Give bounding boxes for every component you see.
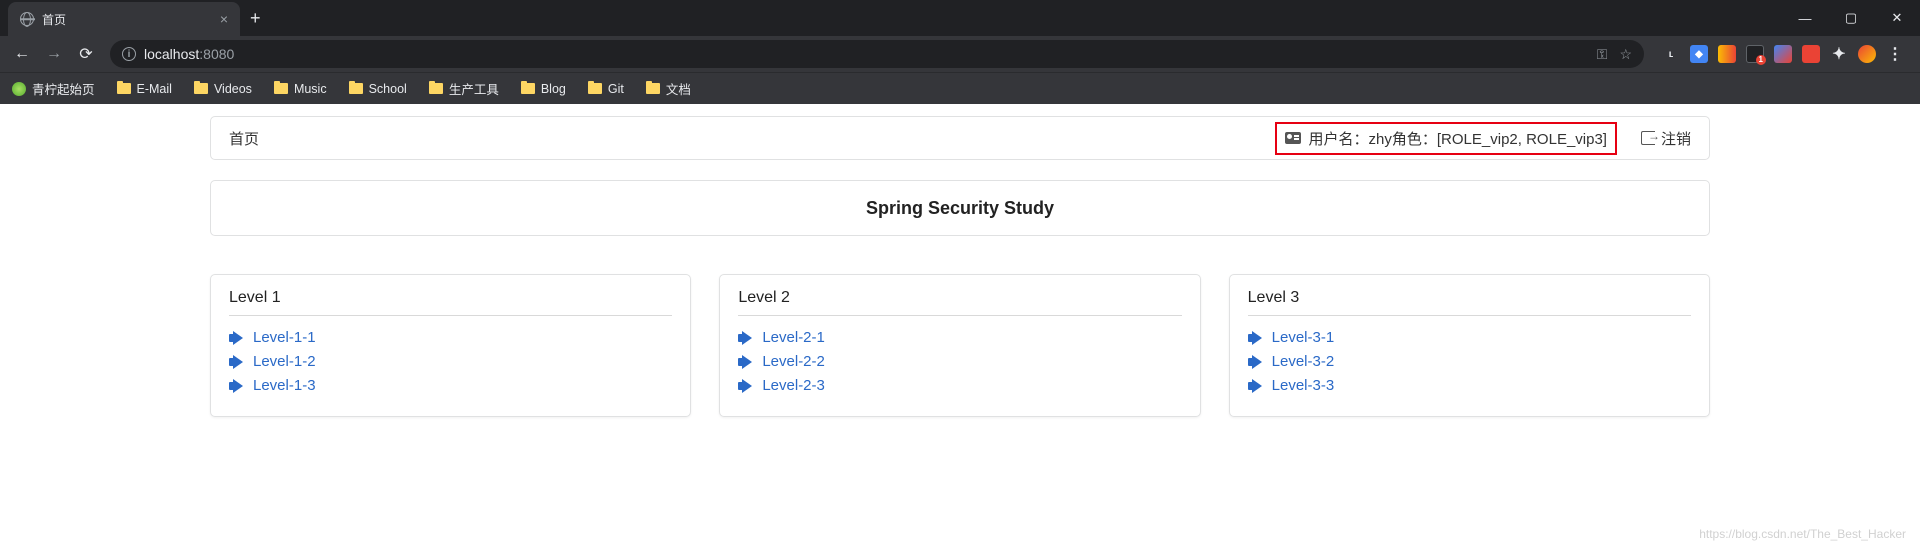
bullhorn-icon (229, 332, 245, 344)
new-tab-button[interactable]: + (240, 8, 271, 29)
folder-icon (274, 83, 288, 94)
watermark: https://blog.csdn.net/The_Best_Hacker (1699, 527, 1906, 541)
bullhorn-icon (229, 356, 245, 368)
folder-icon (117, 83, 131, 94)
folder-icon (349, 83, 363, 94)
url-text: localhost:8080 (144, 46, 234, 62)
bookmark-folder[interactable]: School (349, 82, 407, 96)
folder-icon (194, 83, 208, 94)
folder-icon (588, 83, 602, 94)
address-bar[interactable]: i localhost:8080 ⚿ ☆ (110, 40, 1644, 68)
key-icon[interactable]: ⚿ (1597, 46, 1608, 63)
level-link[interactable]: Level-1-1 (229, 326, 672, 350)
bullhorn-icon (1248, 356, 1264, 368)
level-link[interactable]: Level-3-1 (1248, 326, 1691, 350)
globe-icon (20, 12, 34, 26)
minimize-button[interactable]: — (1782, 0, 1828, 36)
bookmark-folder[interactable]: Blog (521, 82, 566, 96)
folder-icon (429, 83, 443, 94)
tab-strip: 首页 × + — ▢ ✕ (0, 0, 1920, 36)
page-title: Spring Security Study (210, 180, 1710, 236)
id-card-icon (1285, 132, 1301, 144)
bullhorn-icon (1248, 380, 1264, 392)
card-title: Level 3 (1248, 289, 1691, 307)
bookmarks-bar: 青柠起始页 E-Mail Videos Music School 生产工具 Bl… (0, 72, 1920, 104)
top-bar: 首页 用户名：zhy角色：[ROLE_vip2, ROLE_vip3] 注销 (210, 116, 1710, 160)
address-row: ← → ⟳ i localhost:8080 ⚿ ☆ ʟ ◆ 1 ✦ ⋮ (0, 36, 1920, 72)
bookmark-folder[interactable]: 文档 (646, 79, 691, 98)
back-button[interactable]: ← (8, 40, 36, 68)
folder-icon (646, 83, 660, 94)
level-link[interactable]: Level-1-3 (229, 374, 672, 398)
level-link[interactable]: Level-3-2 (1248, 350, 1691, 374)
extension-icon[interactable]: 1 (1746, 45, 1764, 63)
bullhorn-icon (738, 356, 754, 368)
bullhorn-icon (229, 380, 245, 392)
bookmark-folder[interactable]: 生产工具 (429, 79, 499, 98)
extensions-menu-icon[interactable]: ✦ (1830, 45, 1848, 63)
bookmark-item[interactable]: 青柠起始页 (12, 79, 95, 98)
card-title: Level 2 (738, 289, 1181, 307)
level-link[interactable]: Level-3-3 (1248, 374, 1691, 398)
bookmark-star-icon[interactable]: ☆ (1619, 46, 1632, 63)
bookmark-folder[interactable]: Git (588, 82, 624, 96)
logout-button[interactable]: 注销 (1641, 128, 1691, 149)
address-bar-actions: ⚿ ☆ (1597, 46, 1632, 63)
user-info-text: 用户名：zhy角色：[ROLE_vip2, ROLE_vip3] (1309, 128, 1607, 149)
logout-icon (1641, 131, 1655, 145)
extension-icon[interactable] (1802, 45, 1820, 63)
logout-label: 注销 (1661, 128, 1691, 149)
level-link[interactable]: Level-1-2 (229, 350, 672, 374)
browser-chrome: 首页 × + — ▢ ✕ ← → ⟳ i localhost:8080 ⚿ ☆ … (0, 0, 1920, 104)
level-card-2: Level 2 Level-2-1 Level-2-2 Level-2-3 (719, 274, 1200, 417)
bookmark-folder[interactable]: E-Mail (117, 82, 172, 96)
close-button[interactable]: ✕ (1874, 0, 1920, 36)
bullhorn-icon (738, 332, 754, 344)
level-card-1: Level 1 Level-1-1 Level-1-2 Level-1-3 (210, 274, 691, 417)
bookmark-folder[interactable]: Music (274, 82, 327, 96)
bullhorn-icon (738, 380, 754, 392)
level-link[interactable]: Level-2-2 (738, 350, 1181, 374)
site-info-icon[interactable]: i (122, 47, 136, 61)
chrome-menu-icon[interactable]: ⋮ (1886, 45, 1904, 63)
tab-title: 首页 (42, 11, 212, 28)
extension-icon[interactable] (1718, 45, 1736, 63)
browser-tab[interactable]: 首页 × (8, 2, 240, 36)
bookmark-folder[interactable]: Videos (194, 82, 252, 96)
bullhorn-icon (1248, 332, 1264, 344)
breadcrumb-home[interactable]: 首页 (229, 128, 259, 149)
extension-icon[interactable] (1774, 45, 1792, 63)
profile-avatar-icon[interactable] (1858, 45, 1876, 63)
page-content: 首页 用户名：zhy角色：[ROLE_vip2, ROLE_vip3] 注销 S… (0, 104, 1920, 417)
reload-button[interactable]: ⟳ (72, 40, 100, 68)
extension-icon[interactable]: ʟ (1662, 45, 1680, 63)
level-card-3: Level 3 Level-3-1 Level-3-2 Level-3-3 (1229, 274, 1710, 417)
folder-icon (521, 83, 535, 94)
level-cards: Level 1 Level-1-1 Level-1-2 Level-1-3 Le… (210, 274, 1710, 417)
forward-button[interactable]: → (40, 40, 68, 68)
window-controls: — ▢ ✕ (1782, 0, 1920, 36)
site-icon (12, 82, 26, 96)
level-link[interactable]: Level-2-3 (738, 374, 1181, 398)
card-title: Level 1 (229, 289, 672, 307)
maximize-button[interactable]: ▢ (1828, 0, 1874, 36)
level-link[interactable]: Level-2-1 (738, 326, 1181, 350)
user-info: 用户名：zhy角色：[ROLE_vip2, ROLE_vip3] (1275, 122, 1617, 155)
extension-icons: ʟ ◆ 1 ✦ ⋮ (1654, 45, 1912, 63)
close-icon[interactable]: × (220, 11, 228, 27)
extension-icon[interactable]: ◆ (1690, 45, 1708, 63)
